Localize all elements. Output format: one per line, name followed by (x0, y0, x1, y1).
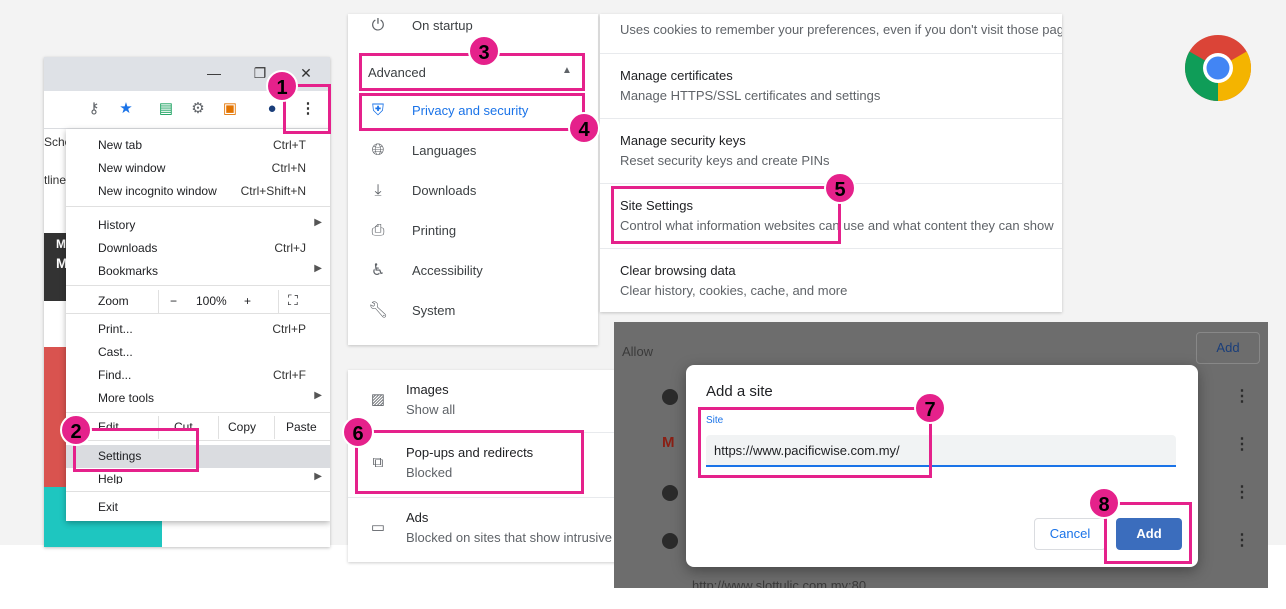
extension-inbox-icon[interactable]: ▤ (156, 99, 176, 119)
highlight-site-settings (611, 186, 841, 244)
accessibility-icon: ♿︎ (370, 262, 386, 279)
submenu-arrow-icon: ▶ (314, 471, 322, 482)
menu-divider (66, 285, 330, 286)
step-badge: 1 (266, 70, 298, 102)
divider (218, 416, 219, 439)
step-badge: 4 (568, 112, 600, 144)
globe-icon (662, 533, 678, 549)
dialog-title: Add a site (706, 383, 773, 400)
highlight-popups (355, 430, 584, 494)
step-badge: 2 (60, 414, 92, 446)
menu-item-history[interactable]: History ▶ (66, 214, 330, 237)
menu-item-new-window[interactable]: New window Ctrl+N (66, 157, 330, 180)
menu-item-bookmarks[interactable]: Bookmarks ▶ (66, 260, 330, 283)
paste-button[interactable]: Paste (286, 420, 317, 434)
nav-printing[interactable]: ⎙ Printing (348, 211, 598, 251)
menu-divider (66, 491, 330, 492)
settings-row-clear-browsing-data[interactable]: Clear browsing data Clear history, cooki… (600, 248, 1062, 312)
highlight-settings (73, 428, 199, 472)
permission-row-ads[interactable]: ▭ Ads Blocked on sites that show intrusi… (348, 497, 618, 561)
globe-icon (662, 389, 678, 405)
page-image (44, 347, 66, 487)
gmail-icon: M (662, 434, 675, 451)
menu-item-cast[interactable]: Cast... (66, 341, 330, 364)
window-icon: ▭ (370, 519, 386, 536)
menu-divider (66, 313, 330, 314)
site-url: http://www.slottulic.com.my:80 (692, 578, 867, 588)
menu-item-new-tab[interactable]: New tab Ctrl+T (66, 134, 330, 157)
zoom-in-button[interactable]: + (244, 294, 251, 308)
highlight-site-input (698, 407, 932, 478)
zoom-level: 100% (196, 294, 227, 308)
allow-section-label: Allow (622, 344, 654, 359)
menu-item-new-incognito[interactable]: New incognito window Ctrl+Shift+N (66, 180, 330, 203)
extension-gear-icon[interactable]: ⚙ (188, 99, 208, 119)
nav-downloads[interactable]: ⤓ Downloads (348, 171, 598, 211)
globe-icon (662, 485, 678, 501)
highlight-privacy (359, 93, 585, 131)
more-actions-icon[interactable]: ⋮ (1234, 386, 1250, 406)
step-badge: 6 (342, 416, 374, 448)
bookmark-star-icon[interactable]: ★ (116, 99, 136, 119)
key-icon[interactable]: ⚷ (84, 99, 104, 119)
image-icon: ▨ (370, 391, 386, 408)
chrome-logo-icon (1184, 35, 1252, 102)
menu-divider (66, 206, 330, 207)
settings-row-cookies[interactable]: Uses cookies to remember your preference… (600, 14, 1062, 53)
menu-divider (66, 412, 330, 413)
divider (158, 290, 159, 313)
more-actions-icon[interactable]: ⋮ (1234, 482, 1250, 502)
copy-button[interactable]: Copy (228, 420, 256, 434)
allow-add-button[interactable]: Add (1196, 332, 1260, 364)
minimize-icon[interactable]: — (204, 63, 224, 83)
printer-icon: ⎙ (371, 222, 385, 239)
close-icon[interactable]: ✕ (296, 63, 316, 83)
privacy-settings-list: Uses cookies to remember your preference… (600, 14, 1062, 312)
settings-row-manage-certificates[interactable]: Manage certificates Manage HTTPS/SSL cer… (600, 53, 1062, 118)
step-badge: 3 (468, 35, 500, 67)
menu-item-exit[interactable]: Exit (66, 496, 330, 519)
nav-languages[interactable]: 🌐︎ Languages (348, 131, 598, 171)
fullscreen-icon[interactable]: ⛶ (288, 292, 298, 309)
menu-item-find[interactable]: Find... Ctrl+F (66, 364, 330, 387)
profile-avatar-icon[interactable]: ● (262, 99, 282, 119)
more-actions-icon[interactable]: ⋮ (1234, 530, 1250, 550)
more-actions-icon[interactable]: ⋮ (1234, 434, 1250, 454)
nav-accessibility[interactable]: ♿︎ Accessibility (348, 251, 598, 291)
submenu-arrow-icon: ▶ (314, 217, 322, 228)
download-icon: ⤓ (374, 182, 382, 199)
divider (274, 416, 275, 439)
power-icon: ⏻ (371, 17, 385, 34)
wrench-icon: 🔧︎ (368, 302, 389, 319)
cancel-button[interactable]: Cancel (1034, 518, 1106, 550)
zoom-out-button[interactable]: − (170, 294, 177, 308)
menu-item-zoom: Zoom − 100% + ⛶ (66, 290, 330, 313)
divider (278, 290, 279, 313)
submenu-arrow-icon: ▶ (314, 390, 322, 401)
extension-image-icon[interactable]: ▣ (220, 99, 240, 119)
step-badge: 5 (824, 172, 856, 204)
page-fragment: tline (44, 173, 67, 187)
step-badge: 7 (914, 392, 946, 424)
menu-item-more-tools[interactable]: More tools ▶ (66, 387, 330, 410)
permission-row-images[interactable]: ▨ Images Show all (348, 370, 618, 434)
step-badge: 8 (1088, 487, 1120, 519)
globe-icon: 🌐︎ (371, 142, 385, 159)
page-fragment: M (56, 237, 66, 251)
menu-item-print[interactable]: Print... Ctrl+P (66, 318, 330, 341)
submenu-arrow-icon: ▶ (314, 263, 322, 274)
menu-item-downloads[interactable]: Downloads Ctrl+J (66, 237, 330, 260)
nav-system[interactable]: 🔧︎ System (348, 291, 598, 331)
